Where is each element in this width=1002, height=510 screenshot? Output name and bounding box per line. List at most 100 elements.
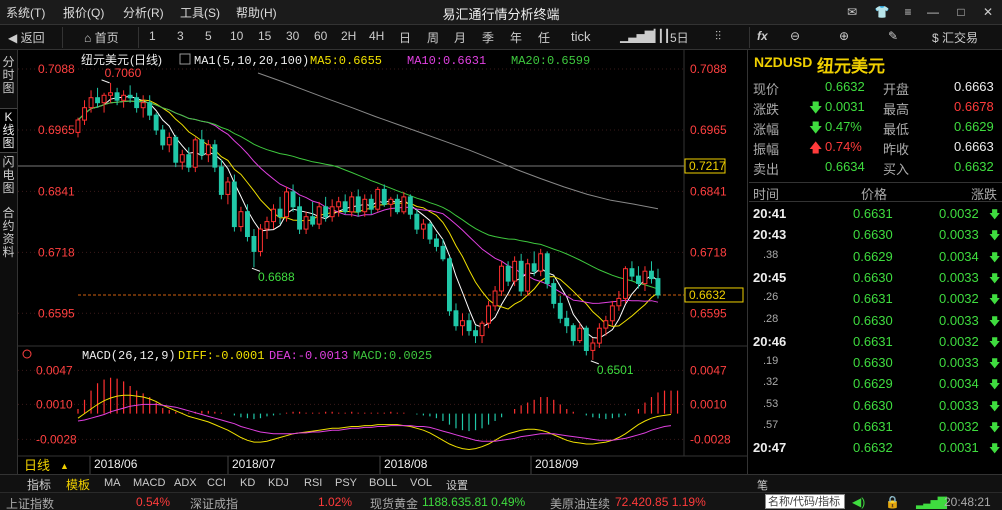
menu-quote[interactable]: 报价(Q) — [63, 4, 104, 21]
tick-row[interactable]: 20:41 0.6631 0.0032 🡇 — [749, 205, 1002, 224]
back-button[interactable]: ◀ 返回 — [8, 29, 45, 46]
tick-chart-icon[interactable]: ┃┃┃ — [651, 29, 671, 43]
candle[interactable] — [577, 323, 583, 344]
mail-icon[interactable]: ✉ — [841, 3, 863, 21]
draw-icon[interactable]: ✎ — [888, 29, 898, 43]
sound-icon[interactable]: ◀) — [852, 495, 865, 509]
candle[interactable] — [466, 313, 472, 336]
menu-tools[interactable]: 工具(S) — [180, 4, 220, 21]
tick-row[interactable]: 20:45 0.6630 0.0033 🡇 — [749, 269, 1002, 288]
indicator-tab[interactable]: RSI — [304, 477, 322, 489]
indicator-tab[interactable]: MA — [104, 477, 121, 489]
candle[interactable] — [570, 323, 576, 346]
period-30min[interactable]: 30 — [286, 29, 299, 43]
candle[interactable] — [134, 92, 140, 113]
candle[interactable] — [538, 248, 544, 277]
candle[interactable] — [75, 117, 81, 138]
indicator-tab[interactable]: 模板 — [66, 476, 90, 493]
candle[interactable] — [368, 194, 374, 215]
candle[interactable] — [297, 196, 303, 235]
home-button[interactable]: ⌂ 首页 — [84, 29, 119, 46]
period-month[interactable]: 月 — [454, 29, 466, 46]
candle[interactable] — [238, 206, 244, 232]
candle[interactable] — [362, 194, 368, 217]
candle[interactable] — [479, 320, 485, 344]
candle[interactable] — [258, 224, 263, 257]
candle[interactable] — [225, 177, 231, 205]
tab-timeshare[interactable]: 分时图 — [0, 54, 17, 97]
gold-label[interactable]: 现货黄金 — [370, 495, 418, 510]
lock-icon[interactable]: 🔒 — [885, 495, 900, 509]
candle[interactable] — [434, 234, 439, 252]
menu-system[interactable]: 系统(T) — [6, 4, 45, 21]
candle[interactable] — [453, 303, 459, 331]
candle[interactable] — [160, 124, 166, 150]
candle[interactable] — [473, 325, 479, 344]
candle[interactable] — [336, 196, 342, 217]
indicator-icon[interactable] — [179, 53, 191, 65]
candle[interactable] — [179, 149, 185, 170]
indicator-tab[interactable]: MACD — [133, 477, 165, 489]
macd-settings-icon[interactable] — [22, 349, 32, 359]
tick-row[interactable]: .26 0.6631 0.0032 🡇 — [749, 290, 1002, 309]
candle[interactable] — [101, 92, 107, 113]
period-tick[interactable]: tick — [571, 29, 591, 44]
candle[interactable] — [557, 295, 563, 324]
period-15min[interactable]: 15 — [258, 29, 271, 43]
indicator-tab[interactable]: CCI — [207, 477, 226, 489]
zoom-in-icon[interactable]: ⊕ — [839, 29, 849, 43]
period-10min[interactable]: 10 — [230, 29, 243, 43]
period-week[interactable]: 周 — [427, 29, 439, 46]
candle[interactable] — [140, 95, 146, 118]
candle[interactable] — [388, 196, 394, 217]
candle[interactable] — [245, 204, 250, 242]
candle[interactable] — [564, 310, 570, 334]
tab-contract-info[interactable]: 合约资料 — [0, 205, 17, 261]
candle[interactable] — [544, 251, 550, 289]
close-icon[interactable]: ✕ — [977, 3, 999, 21]
tick-row[interactable]: .38 0.6629 0.0034 🡇 — [749, 248, 1002, 267]
oil-label[interactable]: 美原油连续 — [550, 495, 610, 510]
period-triangle-icon[interactable]: ▲ — [60, 461, 69, 471]
candle[interactable] — [82, 100, 87, 125]
candle[interactable] — [290, 184, 296, 212]
menu-help[interactable]: 帮助(H) — [236, 4, 277, 21]
candle[interactable] — [407, 194, 413, 220]
period-quarter[interactable]: 季 — [482, 29, 494, 46]
tick-row[interactable]: .53 0.6630 0.0033 🡇 — [749, 397, 1002, 416]
candle[interactable] — [447, 256, 452, 316]
candle[interactable] — [147, 95, 153, 121]
candle[interactable] — [108, 82, 113, 103]
candle[interactable] — [349, 191, 355, 217]
shirt-icon[interactable]: 👕 — [871, 3, 893, 21]
maximize-icon[interactable]: □ — [950, 3, 972, 21]
candle[interactable] — [316, 201, 322, 230]
indicator-tab[interactable]: KD — [240, 477, 255, 489]
candle[interactable] — [616, 291, 622, 311]
zoom-out-icon[interactable]: ⊖ — [790, 29, 800, 43]
indicator-tab[interactable]: 设置 — [446, 477, 468, 493]
candle[interactable] — [629, 261, 635, 282]
tick-row[interactable]: 20:46 0.6631 0.0032 🡇 — [749, 333, 1002, 352]
period-5min[interactable]: 5 — [205, 29, 212, 43]
menu-analysis[interactable]: 分析(R) — [123, 4, 164, 21]
period-2h[interactable]: 2H — [341, 29, 356, 43]
trade-button[interactable]: $ 汇交易 — [932, 29, 978, 46]
candle[interactable] — [277, 196, 283, 225]
candle[interactable] — [271, 204, 277, 230]
candle[interactable] — [205, 139, 211, 163]
bottom-right-label[interactable]: 笔 — [757, 477, 768, 493]
indicator-tab[interactable]: KDJ — [268, 477, 289, 489]
indicator-tab[interactable]: VOL — [410, 477, 432, 489]
period-label[interactable]: 日线 — [24, 458, 50, 473]
tick-row[interactable]: 20:47 0.6632 0.0031 🡇 — [749, 439, 1002, 458]
candle[interactable] — [121, 90, 127, 108]
tick-row[interactable]: .19 0.6630 0.0033 🡇 — [749, 354, 1002, 373]
period-year[interactable]: 年 — [510, 29, 522, 46]
candle[interactable] — [401, 191, 407, 215]
five-day-button[interactable]: 5日 — [670, 29, 689, 46]
tick-row[interactable]: .28 0.6630 0.0033 🡇 — [749, 312, 1002, 331]
kline-chart[interactable]: 0.7088 0.7088 0.6965 0.6965 0.6841 0.6841 0.67… — [18, 50, 748, 474]
candle[interactable] — [303, 211, 309, 235]
candle[interactable] — [127, 85, 133, 103]
